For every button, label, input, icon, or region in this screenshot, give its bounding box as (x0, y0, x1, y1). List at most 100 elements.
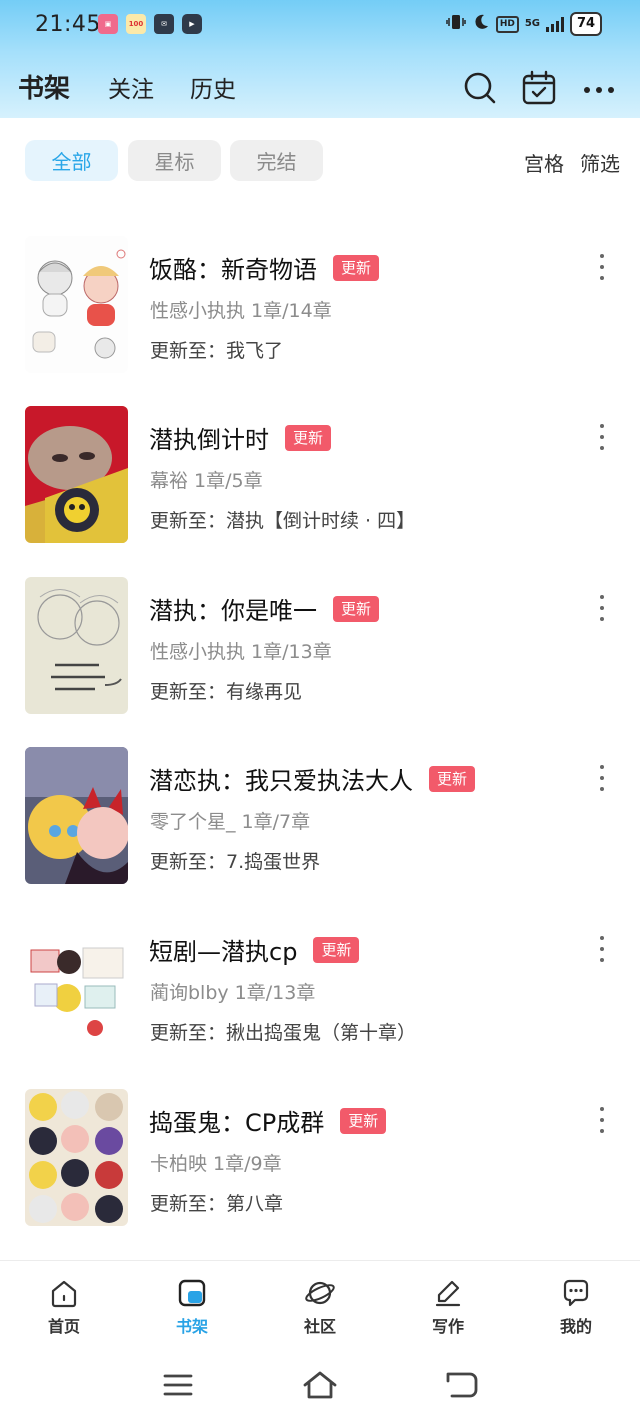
book-title: 潜恋执：我只爱执法大人 (149, 767, 413, 795)
system-navigation-bar (0, 1350, 640, 1422)
book-item[interactable]: 潜执倒计时 更新 幕裕 1章/5章 更新至：潜执【倒计时续 · 四】 (0, 406, 640, 546)
book-more-button[interactable] (596, 765, 608, 791)
bottom-navigation: 首页 书架 社区 写作 我的 (0, 1260, 640, 1346)
book-latest-update: 更新至：第八章 (150, 1193, 284, 1215)
book-cover (25, 1089, 128, 1226)
update-badge: 更新 (285, 424, 332, 451)
update-badge: 更新 (333, 254, 380, 281)
book-title-row: 潜执：你是唯一 更新 (149, 591, 380, 626)
tab-bookshelf[interactable]: 书架 (18, 68, 70, 105)
book-title: 潜执：你是唯一 (149, 597, 317, 625)
calendar-check-icon (522, 70, 556, 105)
book-latest-update: 更新至：揪出捣蛋鬼（第十章） (150, 1022, 417, 1044)
book-item[interactable]: 饭酪：新奇物语 更新 性感小执执 1章/14章 更新至：我飞了 (0, 236, 640, 376)
system-back-button[interactable] (442, 1368, 482, 1402)
home-icon (51, 1280, 77, 1308)
book-item[interactable]: 捣蛋鬼：CP成群 更新 卡柏映 1章/9章 更新至：第八章 (0, 1089, 640, 1229)
bookshelf-icon (178, 1279, 206, 1307)
book-more-button[interactable] (596, 254, 608, 280)
book-title-row: 潜恋执：我只爱执法大人 更新 (149, 761, 476, 796)
search-icon (464, 72, 496, 104)
update-badge: 更新 (429, 765, 476, 792)
book-cover (25, 747, 128, 884)
chat-bubble-icon (563, 1279, 589, 1307)
book-cover (25, 918, 128, 1055)
book-item[interactable]: 潜恋执：我只爱执法大人 更新 零了个星_ 1章/7章 更新至：7.捣蛋世界 (0, 747, 640, 887)
vibrate-icon (446, 13, 466, 35)
tab-history[interactable]: 历史 (190, 70, 236, 104)
filter-chip-completed[interactable]: 完结 (230, 140, 323, 181)
battery-indicator: 74 (570, 12, 602, 36)
bottom-nav-community[interactable]: 社区 (280, 1277, 360, 1337)
home-outline-icon (303, 1371, 337, 1399)
moon-icon (472, 13, 490, 35)
book-author-chapters: 性感小执执 1章/14章 (150, 300, 332, 322)
book-item[interactable]: 潜执：你是唯一 更新 性感小执执 1章/13章 更新至：有缘再见 (0, 577, 640, 717)
menu-icon (163, 1374, 193, 1396)
bilibili-notification-icon: ▣ (98, 14, 118, 34)
book-author-chapters: 性感小执执 1章/13章 (150, 641, 332, 663)
book-title: 潜执倒计时 (149, 426, 269, 454)
book-latest-update: 更新至：有缘再见 (150, 681, 303, 703)
bottom-nav-home[interactable]: 首页 (24, 1277, 104, 1337)
book-title: 捣蛋鬼：CP成群 (149, 1109, 325, 1137)
grid-view-button[interactable]: 宫格 (524, 148, 564, 177)
network-type: 5G (524, 18, 540, 29)
book-latest-update: 更新至：潜执【倒计时续 · 四】 (150, 510, 416, 532)
book-author-chapters: 幕裕 1章/5章 (150, 470, 263, 492)
status-time: 21:45 (35, 12, 101, 37)
bottom-nav-label: 我的 (559, 1317, 592, 1336)
back-icon (446, 1372, 478, 1398)
bottom-nav-bookshelf[interactable]: 书架 (152, 1277, 232, 1337)
book-more-button[interactable] (596, 424, 608, 450)
filter-button[interactable]: 筛选 (580, 148, 620, 177)
book-latest-update: 更新至：我飞了 (150, 340, 284, 362)
book-item[interactable]: 短剧—潜执cp 更新 蔺询blby 1章/13章 更新至：揪出捣蛋鬼（第十章） (0, 918, 640, 1058)
filter-chip-all[interactable]: 全部 (25, 140, 118, 181)
update-badge: 更新 (340, 1107, 387, 1134)
calendar-checkin-button[interactable] (522, 70, 558, 106)
hd-icon: HD (495, 15, 519, 33)
search-button[interactable] (462, 70, 498, 106)
filter-chip-starred[interactable]: 星标 (128, 140, 221, 181)
bottom-nav-write[interactable]: 写作 (408, 1277, 488, 1337)
app-100-notification-icon: 100 (126, 14, 146, 34)
book-author-chapters: 零了个星_ 1章/7章 (150, 811, 311, 833)
bottom-nav-label: 社区 (303, 1317, 336, 1336)
book-cover (25, 577, 128, 714)
update-badge: 更新 (333, 595, 380, 622)
signal-icon (546, 16, 564, 32)
book-title: 短剧—潜执cp (149, 938, 298, 966)
filter-row: 全部 星标 完结 宫格 筛选 (0, 140, 640, 182)
top-header-area: 21:45 ▣ 100 ✉ ▶ HD 5G 74 书架 关注 历史 (0, 0, 640, 118)
book-more-button[interactable] (596, 595, 608, 621)
book-more-button[interactable] (596, 936, 608, 962)
bottom-nav-label: 书架 (175, 1317, 208, 1336)
bottom-nav-profile[interactable]: 我的 (536, 1277, 616, 1337)
book-author-chapters: 蔺询blby 1章/13章 (150, 982, 316, 1004)
status-notification-icons: ▣ 100 ✉ ▶ (98, 14, 202, 34)
book-title-row: 短剧—潜执cp 更新 (149, 932, 360, 967)
book-cover (25, 406, 128, 543)
more-horizontal-icon (584, 87, 614, 93)
pen-icon (435, 1280, 461, 1307)
book-more-button[interactable] (596, 1107, 608, 1133)
book-title-row: 饭酪：新奇物语 更新 (149, 250, 380, 285)
nav-header: 书架 关注 历史 (0, 60, 640, 110)
book-cover (25, 236, 128, 373)
bottom-nav-label: 写作 (431, 1317, 464, 1336)
message-notification-icon: ✉ (154, 14, 174, 34)
more-options-button[interactable] (582, 70, 618, 106)
book-title-row: 捣蛋鬼：CP成群 更新 (149, 1103, 387, 1138)
system-home-button[interactable] (300, 1368, 340, 1402)
media-notification-icon: ▶ (182, 14, 202, 34)
planet-icon (305, 1281, 335, 1305)
update-badge: 更新 (313, 936, 360, 963)
book-title-row: 潜执倒计时 更新 (149, 420, 332, 455)
system-menu-button[interactable] (158, 1368, 198, 1402)
book-latest-update: 更新至：7.捣蛋世界 (150, 851, 321, 873)
book-author-chapters: 卡柏映 1章/9章 (150, 1153, 282, 1175)
tab-following[interactable]: 关注 (108, 70, 154, 104)
status-bar: 21:45 ▣ 100 ✉ ▶ HD 5G 74 (0, 0, 640, 50)
bottom-nav-label: 首页 (47, 1317, 80, 1336)
